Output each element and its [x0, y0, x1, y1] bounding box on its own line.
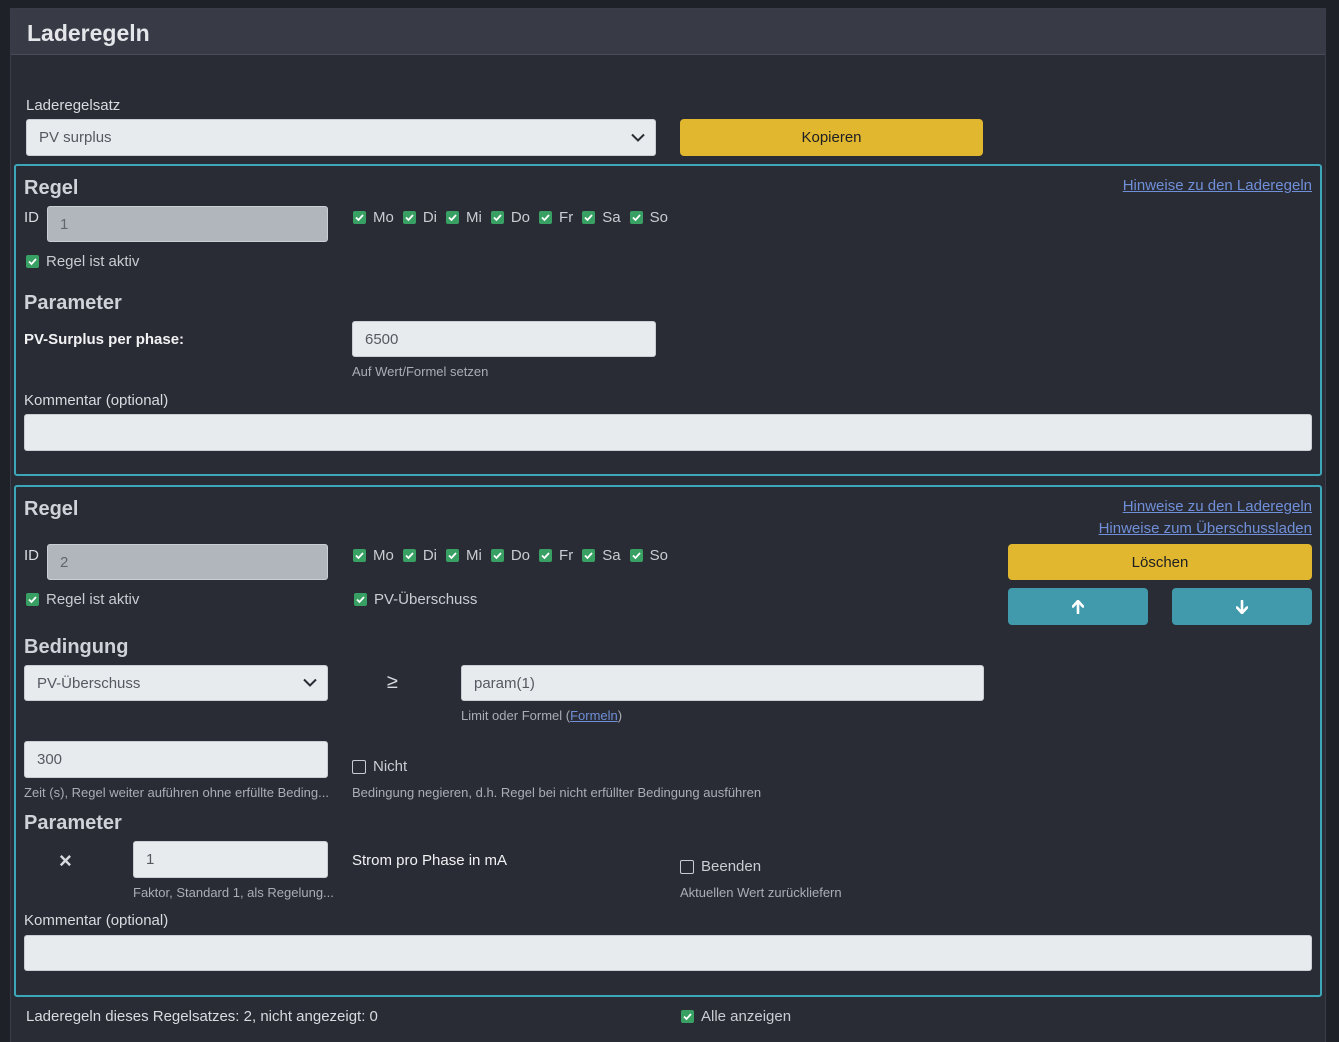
day-mi[interactable]: Mi [446, 547, 482, 564]
end-toggle[interactable]: Beenden [680, 858, 761, 875]
panel-header: Laderegeln [11, 9, 1325, 55]
day-fr[interactable]: Fr [539, 209, 573, 226]
checkbox-checked-icon[interactable] [582, 549, 596, 562]
rule-2-surplus-toggle[interactable]: PV-Überschuss [354, 591, 477, 608]
rule-2-param-title: Parameter [24, 812, 122, 834]
arrow-down-icon [1236, 599, 1248, 614]
rule-1-param-help: Auf Wert/Formel setzen [352, 364, 489, 379]
move-up-button[interactable] [1008, 588, 1148, 625]
day-di[interactable]: Di [402, 209, 437, 226]
day-so[interactable]: So [629, 209, 668, 226]
checkbox-checked-icon[interactable] [629, 549, 643, 562]
rule-2-surplus-hints-link[interactable]: Hinweise zum Überschussladen [1099, 520, 1312, 537]
negate-help: Bedingung negieren, d.h. Regel bei nicht… [352, 785, 762, 800]
ruleset-label: Laderegelsatz [26, 97, 121, 114]
rule-1-comment-input[interactable] [24, 414, 1312, 451]
multiply-icon: × [59, 848, 72, 873]
checkbox-checked-icon[interactable] [582, 211, 596, 224]
chevron-down-icon [303, 678, 317, 687]
negate-toggle[interactable]: Nicht [352, 758, 407, 775]
checkbox-checked-icon[interactable] [402, 549, 416, 562]
day-so[interactable]: So [629, 547, 668, 564]
delete-button[interactable]: Löschen [1008, 544, 1312, 580]
checkbox-checked-icon[interactable] [446, 549, 460, 562]
operator-symbol[interactable]: ≥ [387, 671, 398, 694]
rule-2-hints-link[interactable]: Hinweise zu den Laderegeln [1123, 498, 1312, 515]
rule-1-comment-label: Kommentar (optional) [24, 392, 169, 409]
checkbox-checked-icon[interactable] [629, 211, 643, 224]
rule-2-id-label: ID [24, 547, 39, 564]
show-all-toggle[interactable]: Alle anzeigen [681, 1008, 791, 1025]
arrow-up-icon [1072, 599, 1084, 614]
rule-2-active-label: Regel ist aktiv [46, 591, 140, 608]
day-mo[interactable]: Mo [353, 547, 394, 564]
rule-2-comment-input[interactable] [24, 935, 1312, 971]
rule-2-id-field: 2 [47, 544, 328, 580]
time-input[interactable]: 300 [24, 741, 328, 778]
day-sa[interactable]: Sa [582, 209, 621, 226]
end-help: Aktuellen Wert zurückliefern [680, 885, 842, 900]
move-down-button[interactable] [1172, 588, 1312, 625]
rule-2-surplus-label: PV-Überschuss [374, 591, 478, 608]
checkbox-checked-icon[interactable] [354, 593, 367, 606]
rule-2-active-toggle[interactable]: Regel ist aktiv [26, 591, 139, 608]
rule-1-active-toggle[interactable]: Regel ist aktiv [26, 253, 139, 270]
end-label: Beenden [701, 858, 762, 875]
condition-select[interactable]: PV-Überschuss [24, 665, 328, 701]
checkbox-checked-icon[interactable] [539, 549, 553, 562]
formulas-link[interactable]: Formeln [570, 708, 618, 723]
checkbox-checked-icon[interactable] [539, 211, 553, 224]
rule-2-comment-label: Kommentar (optional) [24, 912, 169, 929]
factor-input[interactable]: 1 [133, 841, 328, 878]
copy-button[interactable]: Kopieren [680, 119, 983, 156]
ruleset-select-value: PV surplus [39, 129, 112, 146]
day-sa[interactable]: Sa [582, 547, 621, 564]
rule-1-active-label: Regel ist aktiv [46, 253, 140, 270]
rule-1-param-title: Parameter [24, 292, 122, 314]
limit-help: Limit oder Formel (Formeln) [461, 708, 623, 723]
limit-input[interactable]: param(1) [461, 665, 984, 701]
rule-1-weekdays: Mo Di Mi Do Fr Sa So [353, 209, 677, 226]
checkbox-unchecked-icon[interactable] [352, 759, 366, 774]
rule-2-condition-title: Bedingung [24, 636, 129, 658]
day-mi[interactable]: Mi [446, 209, 482, 226]
rule-1-param-input[interactable]: 6500 [352, 321, 656, 357]
ruleset-select[interactable]: PV surplus [26, 119, 656, 156]
checkbox-checked-icon[interactable] [353, 211, 366, 224]
checkbox-checked-icon[interactable] [26, 255, 39, 268]
checkbox-unchecked-icon[interactable] [680, 859, 694, 874]
checkbox-checked-icon[interactable] [490, 211, 504, 224]
chevron-down-icon [631, 133, 645, 142]
rule-1-id-label: ID [24, 209, 39, 226]
rule-2-weekdays: Mo Di Mi Do Fr Sa So [353, 547, 677, 564]
rule-1-param-label: PV-Surplus per phase: [24, 331, 185, 348]
page-title: Laderegeln [27, 20, 150, 46]
day-do[interactable]: Do [490, 547, 530, 564]
checkbox-checked-icon[interactable] [26, 593, 39, 606]
day-mo[interactable]: Mo [353, 209, 394, 226]
current-label: Strom pro Phase in mA [352, 852, 508, 869]
day-do[interactable]: Do [490, 209, 530, 226]
time-help: Zeit (s), Regel weiter auführen ohne erf… [24, 785, 329, 800]
checkbox-checked-icon[interactable] [681, 1010, 694, 1023]
day-di[interactable]: Di [402, 547, 437, 564]
rules-summary: Laderegeln dieses Regelsatzes: 2, nicht … [26, 1008, 378, 1025]
checkbox-checked-icon[interactable] [353, 549, 366, 562]
rule-1-hints-link[interactable]: Hinweise zu den Laderegeln [1123, 177, 1312, 194]
negate-label: Nicht [373, 758, 408, 775]
rule-2-title: Regel [24, 498, 79, 520]
day-fr[interactable]: Fr [539, 547, 573, 564]
condition-select-value: PV-Überschuss [37, 674, 141, 692]
factor-help: Faktor, Standard 1, als Regelung... [133, 885, 333, 900]
checkbox-checked-icon[interactable] [490, 549, 504, 562]
checkbox-checked-icon[interactable] [446, 211, 460, 224]
rule-1-title: Regel [24, 177, 79, 199]
rule-1-id-field: 1 [47, 206, 328, 242]
checkbox-checked-icon[interactable] [402, 211, 416, 224]
show-all-label: Alle anzeigen [701, 1008, 792, 1025]
